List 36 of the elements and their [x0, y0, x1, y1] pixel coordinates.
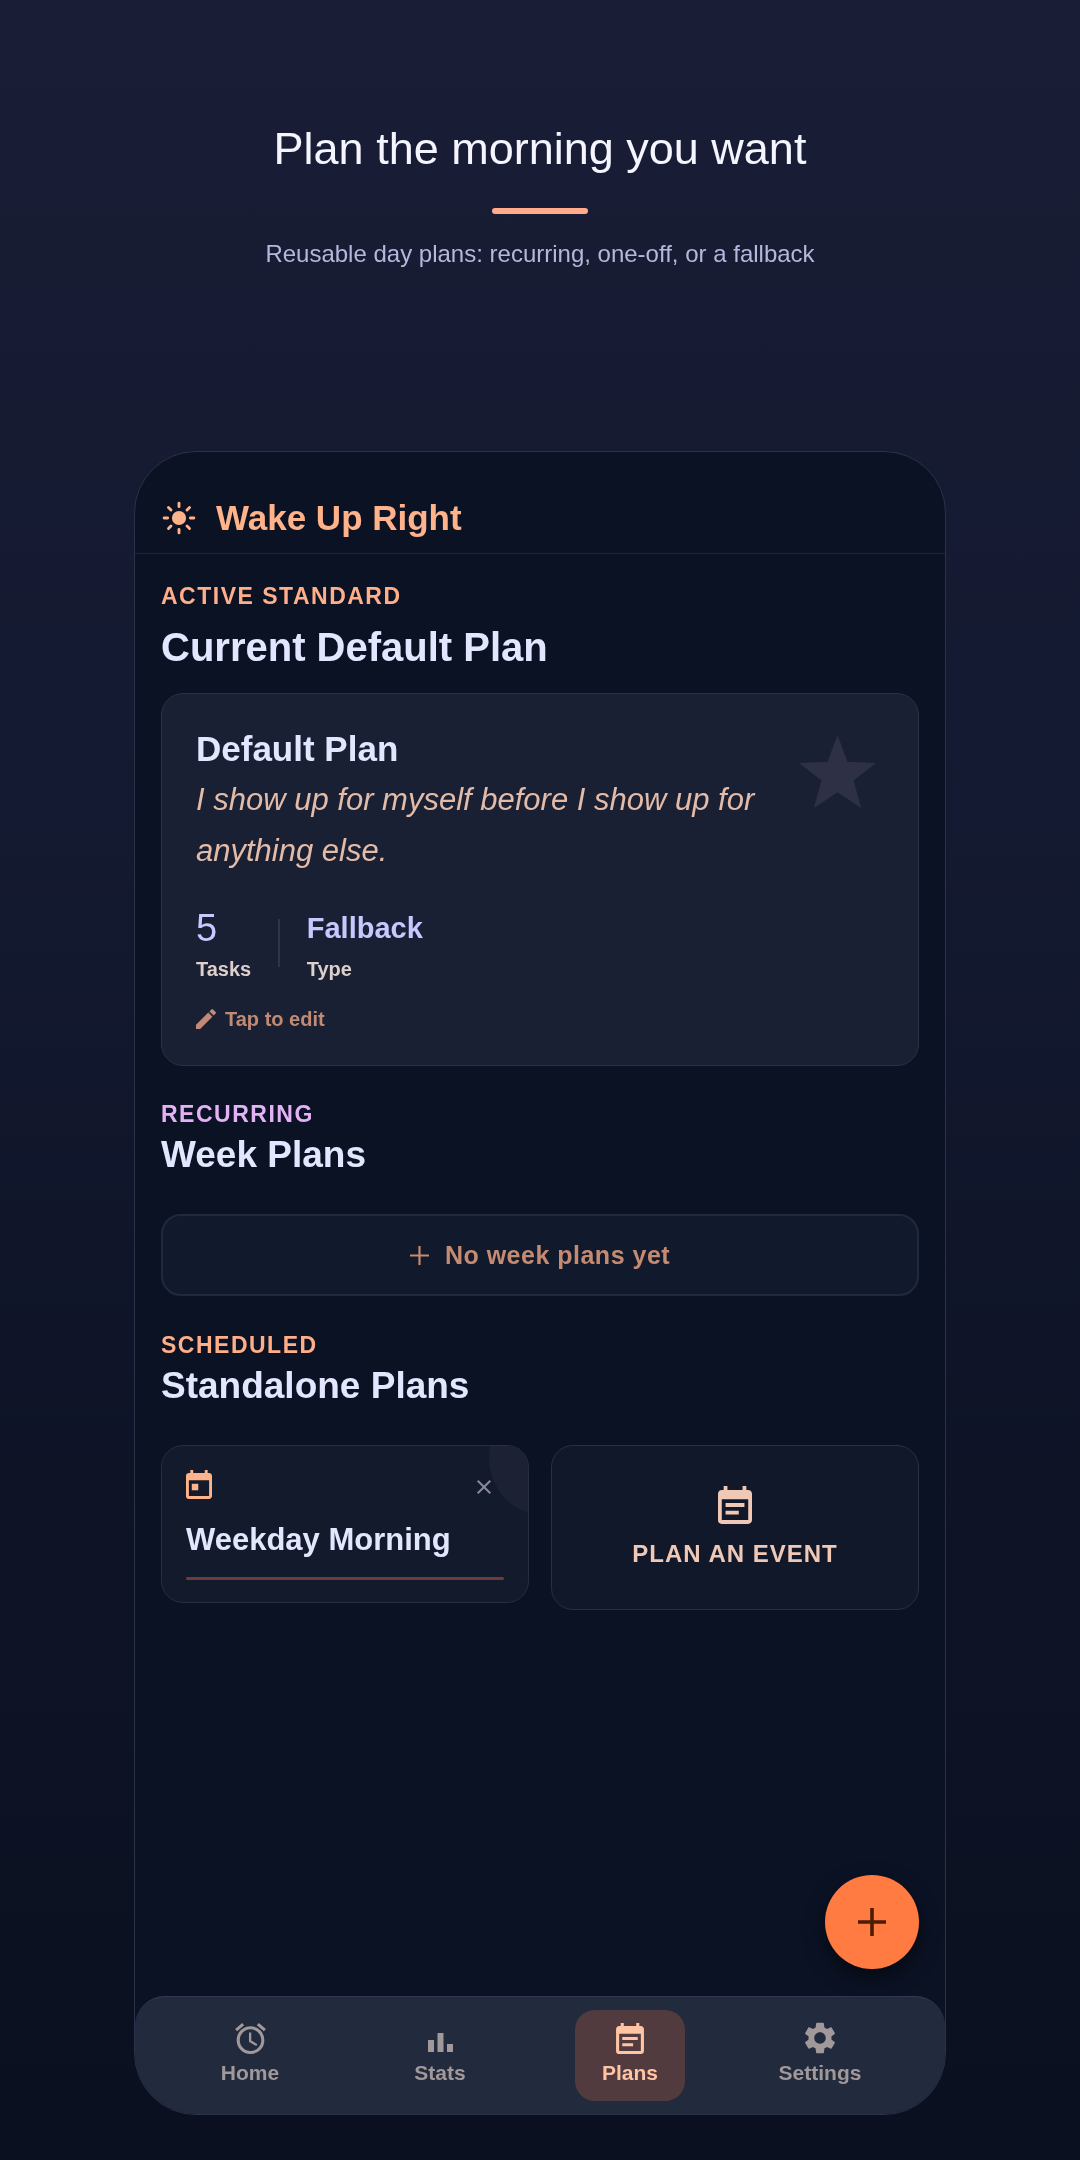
- plan-card[interactable]: Weekday Morning: [161, 1445, 529, 1603]
- section-label: ACTIVE STANDARD: [161, 582, 402, 610]
- calendar-icon: [718, 1486, 752, 1524]
- section-heading: Week Plans: [161, 1133, 366, 1177]
- calendar-icon: [186, 1470, 212, 1499]
- app-title: Wake Up Right: [216, 497, 462, 539]
- bar-chart-icon: [427, 2033, 453, 2052]
- calendar-icon: [616, 2023, 644, 2054]
- nav-tab[interactable]: Settings: [765, 2010, 875, 2101]
- add-week-plan-button[interactable]: No week plans yet: [161, 1214, 919, 1296]
- plan-name: Default Plan: [196, 728, 399, 770]
- pencil-icon: [196, 1009, 216, 1029]
- settings-icon: [805, 2022, 835, 2054]
- section-label: RECURRING: [161, 1100, 314, 1128]
- close-icon: [477, 1480, 491, 1494]
- default-plan-card[interactable]: Default Plan I show up for myself before I show up for anything else. 5 Tasks Fallback Type Tap to edit: [161, 693, 919, 1066]
- stat-label: Tasks: [196, 957, 252, 982]
- intro-title: Plan the morning you want: [273, 124, 807, 174]
- stat-label: Type: [306, 957, 352, 982]
- sun-icon: [162, 501, 196, 535]
- nav-tab[interactable]: Home: [195, 2010, 305, 2101]
- plan-event-button[interactable]: PLAN AN EVENT: [551, 1445, 919, 1610]
- nav-tab[interactable]: Stats: [385, 2010, 495, 2101]
- plan-quote: I show up for myself before I show up for anything else.: [196, 781, 757, 870]
- alarm-clock-icon: [234, 2023, 266, 2054]
- stat-value: Fallback: [306, 911, 423, 946]
- plus-icon: [858, 1908, 886, 1936]
- plus-icon: [409, 1245, 429, 1265]
- plan-title: Weekday Morning: [186, 1521, 451, 1559]
- section-label: SCHEDULED: [161, 1331, 318, 1359]
- section-heading: Standalone Plans: [161, 1364, 470, 1408]
- nav-tab[interactable]: Plans: [575, 2010, 685, 2101]
- stat-value: 5: [196, 906, 218, 950]
- edit-hint: Tap to edit: [225, 1007, 325, 1032]
- intro-subtitle: Reusable day plans: recurring, one-off, or a fallback: [265, 239, 815, 269]
- section-heading: Current Default Plan: [161, 624, 548, 671]
